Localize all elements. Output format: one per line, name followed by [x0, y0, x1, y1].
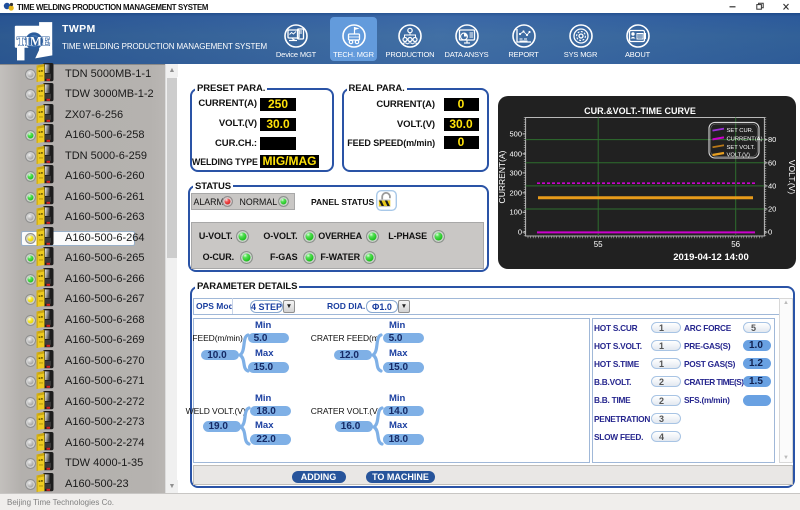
svg-text:VOLT.(V): VOLT.(V) — [727, 153, 750, 159]
svg-text:500: 500 — [509, 129, 522, 138]
svg-text:VOLT.(V): VOLT.(V) — [787, 160, 796, 194]
svg-text:SET CUR.: SET CUR. — [727, 128, 754, 134]
svg-text:300: 300 — [509, 168, 522, 177]
svg-text:400: 400 — [509, 149, 522, 158]
svg-text:55: 55 — [594, 240, 603, 249]
svg-text:CURRENT(A): CURRENT(A) — [498, 150, 507, 203]
svg-text:80: 80 — [768, 135, 776, 144]
svg-text:CURRENT(A): CURRENT(A) — [727, 137, 763, 143]
svg-text:SET VOLT.: SET VOLT. — [727, 145, 756, 151]
svg-text:0: 0 — [518, 228, 522, 237]
svg-text:2019-04-12 14:00: 2019-04-12 14:00 — [673, 252, 749, 263]
svg-text:56: 56 — [731, 240, 740, 249]
svg-text:200: 200 — [509, 188, 522, 197]
svg-text:20: 20 — [768, 205, 776, 214]
svg-text:TIME: TIME — [17, 35, 50, 49]
svg-text:CUR.&VOLT.-TIME CURVE: CUR.&VOLT.-TIME CURVE — [584, 106, 696, 116]
svg-text:0: 0 — [768, 228, 772, 237]
svg-text:60: 60 — [768, 158, 776, 167]
svg-text:100: 100 — [509, 208, 522, 217]
svg-text:40: 40 — [768, 181, 776, 190]
